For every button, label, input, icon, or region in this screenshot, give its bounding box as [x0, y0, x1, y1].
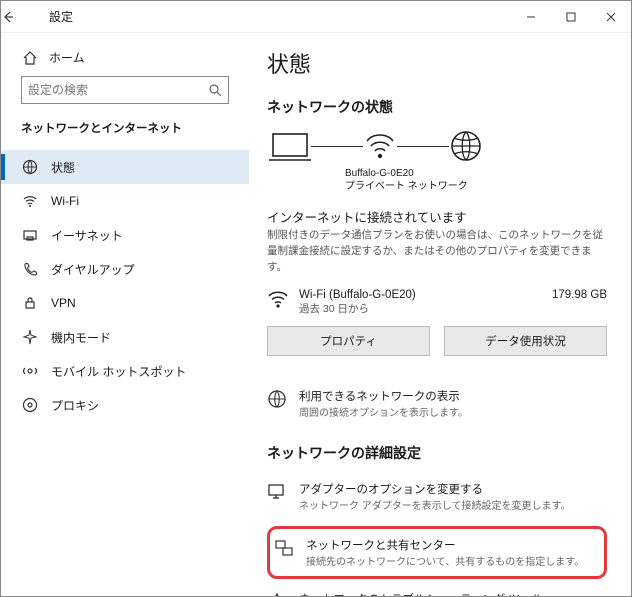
show-available-networks[interactable]: 利用できるネットワークの表示 周囲の接続オプションを表示します。 — [267, 382, 607, 431]
nav-label: 状態 — [51, 159, 75, 176]
dialup-icon — [21, 261, 39, 277]
minimize-icon — [526, 12, 536, 22]
nav-label: プロキシ — [51, 397, 99, 414]
nav-item-vpn[interactable]: VPN — [1, 286, 249, 320]
status-heading: ネットワークの状態 — [267, 97, 607, 117]
highlight-sharing-center: ネットワークと共有センター 接続先のネットワークについて、共有するものを指定しま… — [267, 526, 607, 579]
adapter-icon — [267, 481, 287, 502]
maximize-button[interactable] — [551, 1, 591, 33]
advanced-heading: ネットワークの詳細設定 — [267, 443, 607, 463]
close-button[interactable] — [591, 1, 631, 33]
vpn-icon — [21, 295, 39, 311]
link-sub: 周囲の接続オプションを表示します。 — [299, 404, 468, 419]
arrow-left-icon — [1, 10, 15, 24]
network-diagram — [267, 129, 607, 163]
wifi-icon — [21, 193, 39, 209]
status-icon — [21, 159, 39, 175]
nav-item-proxy[interactable]: プロキシ — [1, 388, 249, 422]
nav-label: モバイル ホットスポット — [51, 363, 186, 380]
network-name: Buffalo-G-0E20 — [345, 167, 607, 180]
category-label: ネットワークとインターネット — [1, 118, 249, 150]
close-icon — [606, 12, 616, 22]
pc-icon — [269, 130, 311, 162]
globe-icon — [449, 129, 483, 163]
sidebar: ホーム ネットワークとインターネット 状態 Wi-Fi — [1, 33, 249, 596]
nav-item-airplane[interactable]: 機内モード — [1, 320, 249, 354]
nav-label: VPN — [51, 296, 76, 310]
connection-info: インターネットに接続されています 制限付きのデータ通信プランをお使いの場合は、こ… — [267, 207, 607, 275]
nav-label: 機内モード — [51, 329, 111, 346]
ethernet-icon — [21, 227, 39, 243]
globe-icon — [267, 388, 287, 409]
settings-window: 設定 ホーム — [0, 0, 632, 597]
link-sub: 接続先のネットワークについて、共有するものを指定します。 — [306, 553, 584, 568]
home-link[interactable]: ホーム — [1, 43, 249, 76]
network-type: プライベート ネットワーク — [345, 180, 607, 193]
wifi-sub: 過去 30 日から — [299, 301, 542, 316]
link-title: ネットワークのトラブルシューティング ツール — [299, 591, 543, 596]
nav-item-status[interactable]: 状態 — [1, 150, 249, 184]
link-title: ネットワークと共有センター — [306, 537, 584, 553]
network-troubleshooter[interactable]: ネットワークのトラブルシューティング ツール ネットワークの問題を診断し、解決し… — [267, 585, 607, 596]
connected-title: インターネットに接続されています — [267, 207, 607, 226]
wifi-usage: 179.98 GB — [552, 289, 607, 301]
page-title: 状態 — [267, 47, 607, 79]
maximize-icon — [566, 12, 576, 22]
nav-item-dialup[interactable]: ダイヤルアップ — [1, 252, 249, 286]
minimize-button[interactable] — [511, 1, 551, 33]
router-icon — [363, 131, 397, 161]
properties-button[interactable]: プロパティ — [267, 326, 430, 356]
network-sharing-center[interactable]: ネットワークと共有センター 接続先のネットワークについて、共有するものを指定しま… — [274, 535, 596, 570]
hotspot-icon — [21, 363, 39, 379]
nav-item-hotspot[interactable]: モバイル ホットスポット — [1, 354, 249, 388]
nav-item-ethernet[interactable]: イーサネット — [1, 218, 249, 252]
titlebar: 設定 — [1, 1, 631, 33]
link-title: アダプターのオプションを変更する — [299, 481, 570, 497]
search-input[interactable] — [21, 76, 229, 104]
nav-label: Wi-Fi — [51, 194, 79, 208]
home-label: ホーム — [49, 49, 85, 66]
link-title: 利用できるネットワークの表示 — [299, 388, 468, 404]
sharing-icon — [274, 537, 294, 558]
wifi-name: Wi-Fi (Buffalo-G-0E20) — [299, 289, 542, 301]
change-adapter-options[interactable]: アダプターのオプションを変更する ネットワーク アダプターを表示して接続設定を変… — [267, 475, 607, 524]
data-usage-button[interactable]: データ使用状況 — [444, 326, 607, 356]
nav-label: ダイヤルアップ — [51, 261, 135, 278]
wifi-usage-row: Wi-Fi (Buffalo-G-0E20) 過去 30 日から 179.98 … — [267, 289, 607, 316]
window-title: 設定 — [41, 8, 511, 25]
window-controls — [511, 1, 631, 33]
proxy-icon — [21, 397, 39, 413]
airplane-icon — [21, 329, 39, 345]
troubleshoot-icon — [267, 591, 287, 596]
home-icon — [21, 50, 39, 66]
search-icon — [205, 80, 225, 100]
content-area: 状態 ネットワークの状態 Buffalo- — [249, 33, 631, 596]
search-box[interactable] — [21, 76, 229, 104]
link-sub: ネットワーク アダプターを表示して接続設定を変更します。 — [299, 497, 570, 512]
nav-item-wifi[interactable]: Wi-Fi — [1, 184, 249, 218]
connected-desc: 制限付きのデータ通信プランをお使いの場合は、このネットワークを従量制課金接続に設… — [267, 228, 607, 275]
back-button[interactable] — [1, 10, 41, 24]
nav-label: イーサネット — [51, 227, 123, 244]
wifi-signal-icon — [267, 289, 289, 309]
